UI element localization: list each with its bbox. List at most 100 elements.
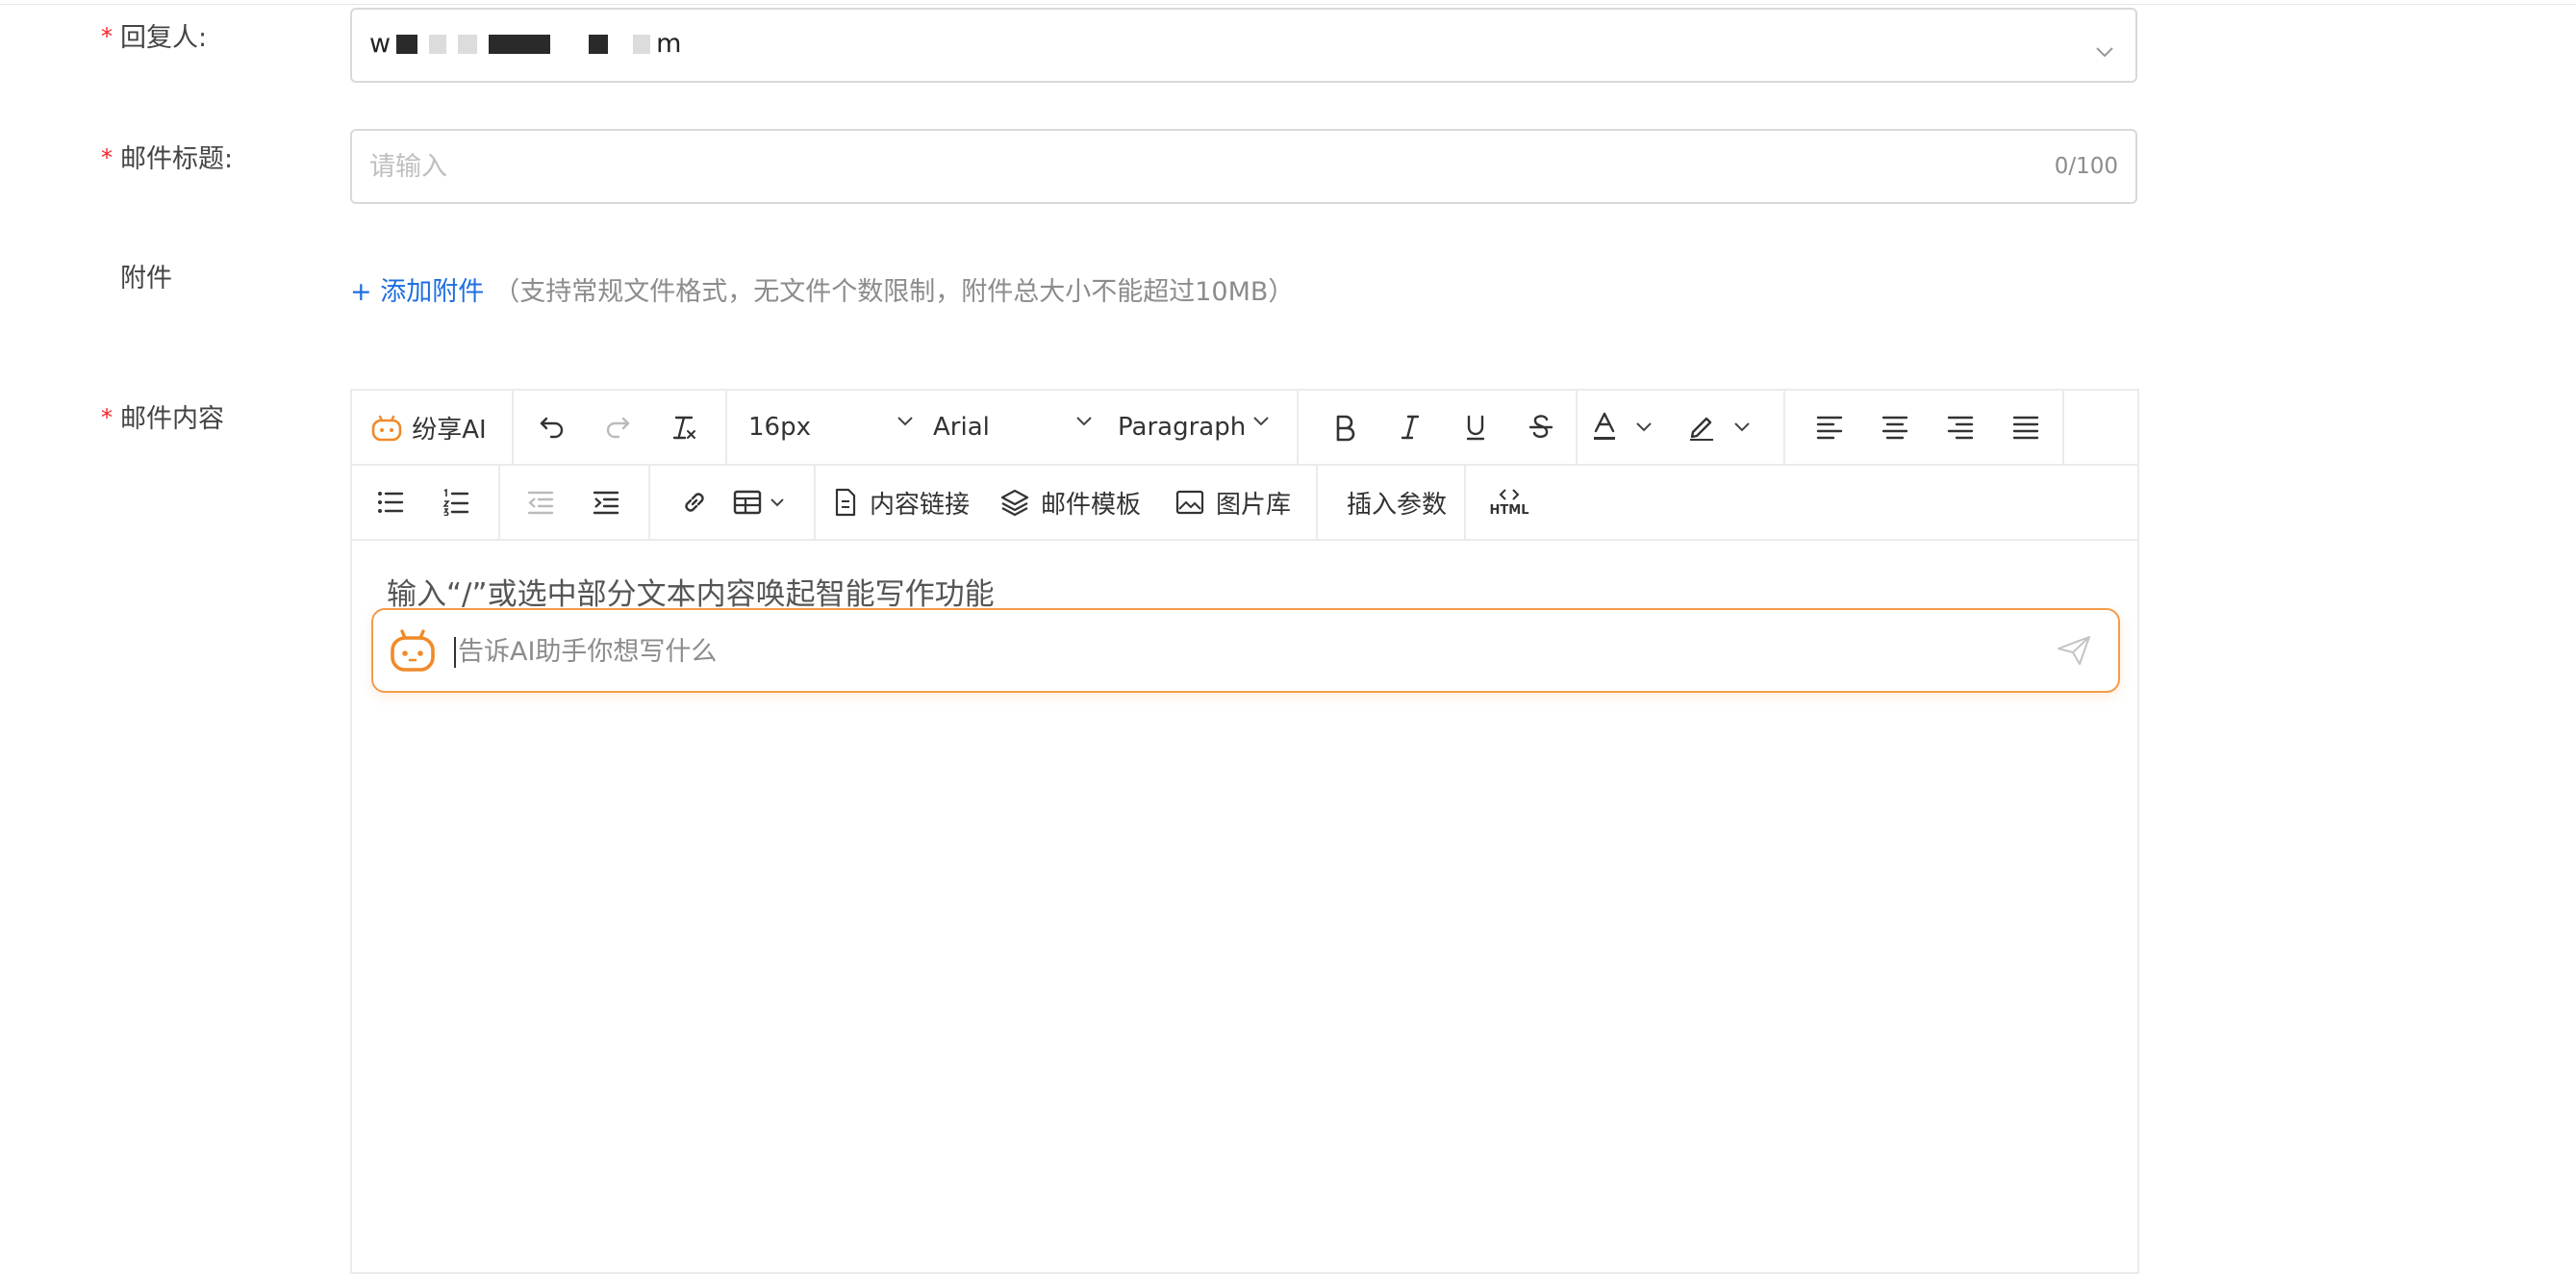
subject-label: 邮件标题:: [120, 144, 234, 174]
align-justify-button[interactable]: [1995, 391, 2057, 464]
ai-button[interactable]: 纷享AI: [366, 391, 492, 464]
redaction-block: [396, 34, 418, 54]
robot-icon: [371, 415, 402, 442]
highlight-icon: [1690, 417, 1713, 441]
chevron-down-icon: [1734, 422, 1750, 432]
underline-button[interactable]: [1445, 391, 1506, 464]
redaction-block: [489, 34, 551, 54]
toolbar-separator: [1783, 391, 1785, 464]
toolbar-separator: [2062, 391, 2064, 464]
layers-icon: [1000, 489, 1029, 517]
recipient-label-row: * 回复人:: [101, 19, 207, 56]
redaction-block: [458, 34, 478, 54]
toolbar-separator: [1464, 466, 1466, 539]
toolbar-row-2: 内容链接 邮件模板 图片库 插入参数 HTML: [352, 466, 2137, 541]
redo-button[interactable]: [589, 391, 646, 464]
outdent-icon: [527, 491, 554, 515]
subject-field: 0/100: [350, 129, 2137, 204]
align-center-button[interactable]: [1864, 391, 1926, 464]
chevron-down-icon: [2096, 47, 2113, 58]
insert-params-button[interactable]: 插入参数: [1331, 466, 1462, 539]
editor-hint-text: 输入“/”或选中部分文本内容唤起智能写作功能: [387, 577, 995, 612]
font-color-button[interactable]: [1591, 391, 1676, 464]
clear-format-button[interactable]: [654, 391, 712, 464]
clear-format-icon: [672, 416, 695, 440]
recipient-value-start: w: [369, 29, 391, 59]
image-library-button[interactable]: 图片库: [1175, 466, 1301, 539]
numbered-list-icon: [442, 489, 469, 516]
toolbar-separator: [512, 391, 514, 464]
align-right-icon: [1947, 416, 1974, 440]
bold-button[interactable]: [1314, 391, 1376, 464]
attachment-row: + 添加附件 （支持常规文件格式，无文件个数限制，附件总大小不能超过10MB）: [350, 269, 1294, 308]
undo-button[interactable]: [523, 391, 581, 464]
attachment-hint: （支持常规文件格式，无文件个数限制，附件总大小不能超过10MB）: [493, 276, 1295, 307]
bullet-list-icon: [378, 492, 404, 513]
bold-icon: [1336, 415, 1355, 442]
redaction-block: [589, 34, 609, 54]
rich-text-editor: 纷享AI 16px Arial Paragraph 内容链接 邮件模板 图片库 …: [350, 389, 2139, 1274]
html-label: HTML: [1489, 502, 1529, 518]
content-link-label: 内容链接: [870, 490, 971, 520]
table-button[interactable]: [733, 466, 806, 539]
required-mark: *: [101, 404, 113, 431]
redo-icon: [606, 417, 630, 439]
required-mark: *: [101, 144, 113, 171]
content-label-row: * 邮件内容: [101, 400, 224, 437]
toolbar-separator: [1316, 466, 1318, 539]
recipient-value: w m: [369, 29, 681, 59]
align-center-icon: [1881, 416, 1908, 440]
align-right-button[interactable]: [1930, 391, 1991, 464]
content-link-button[interactable]: 内容链接: [833, 466, 977, 539]
outdent-button[interactable]: [510, 466, 571, 539]
italic-icon: [1401, 415, 1420, 440]
toolbar-separator: [725, 391, 727, 464]
highlight-button[interactable]: [1687, 391, 1772, 464]
chevron-down-icon: [770, 498, 784, 507]
block-format-select[interactable]: Paragraph: [1118, 391, 1310, 464]
recipient-label: 回复人:: [120, 23, 208, 53]
robot-icon: [391, 629, 435, 672]
add-attachment-button[interactable]: + 添加附件: [350, 270, 484, 308]
indent-button[interactable]: [575, 466, 637, 539]
align-left-button[interactable]: [1799, 391, 1860, 464]
italic-button[interactable]: [1379, 391, 1441, 464]
underline-icon: [1466, 415, 1485, 441]
font-size-select[interactable]: 16px: [748, 391, 922, 464]
redaction-block: [429, 34, 447, 54]
font-family-select[interactable]: Arial: [933, 391, 1106, 464]
image-icon: [1175, 490, 1204, 515]
ai-prompt-input[interactable]: [456, 625, 2037, 677]
subject-char-counter: 0/100: [2054, 154, 2118, 179]
ai-button-label: 纷享AI: [412, 415, 487, 445]
recipient-value-end: m: [656, 29, 682, 59]
bullet-list-button[interactable]: [360, 466, 421, 539]
toolbar-separator: [1297, 391, 1299, 464]
toolbar-separator: [648, 466, 650, 539]
link-button[interactable]: [664, 466, 725, 539]
ai-assistant-prompt: [371, 608, 2120, 693]
strikethrough-button[interactable]: [1510, 391, 1572, 464]
align-left-icon: [1816, 416, 1843, 440]
html-source-button[interactable]: HTML: [1477, 466, 1541, 539]
content-label: 邮件内容: [120, 404, 224, 434]
subject-input[interactable]: [352, 131, 2135, 202]
strikethrough-icon: [1528, 415, 1553, 439]
recipient-select[interactable]: w m: [350, 8, 2137, 83]
subject-label-row: * 邮件标题:: [101, 140, 233, 177]
link-icon: [685, 493, 704, 512]
table-icon: [733, 490, 762, 515]
block-format-value: Paragraph: [1118, 413, 1247, 442]
send-icon[interactable]: [2057, 635, 2091, 666]
content-link-icon: [835, 488, 856, 517]
chevron-down-icon: [1636, 422, 1652, 432]
toolbar-row-1: 纷享AI 16px Arial Paragraph: [352, 391, 2137, 466]
toolbar-separator: [498, 466, 500, 539]
mail-template-button[interactable]: 邮件模板: [1000, 466, 1154, 539]
mail-template-label: 邮件模板: [1041, 490, 1142, 520]
numbered-list-button[interactable]: [425, 466, 487, 539]
font-family-value: Arial: [933, 413, 990, 442]
chevron-down-icon: [1253, 417, 1269, 426]
attachment-label: 附件: [120, 264, 172, 293]
align-justify-icon: [2012, 416, 2039, 440]
